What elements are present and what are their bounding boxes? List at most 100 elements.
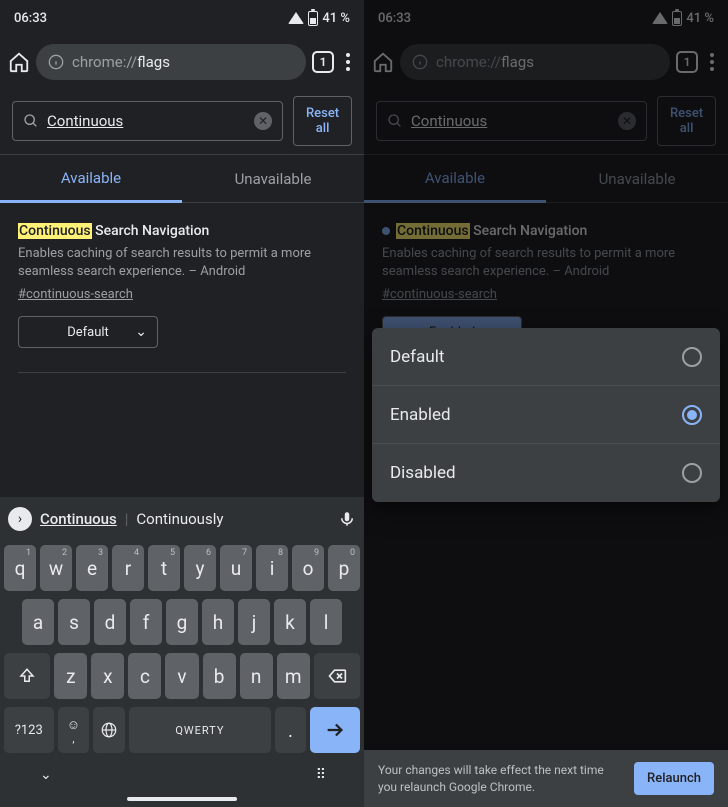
key-g[interactable]: g [166,599,198,645]
key-o[interactable]: o9 [292,545,324,591]
globe-key[interactable] [93,707,125,753]
search-icon [387,113,403,129]
suggestion-2[interactable]: Continuously [136,510,223,528]
reset-all-button[interactable]: Reset all [293,96,352,146]
spacebar[interactable]: QWERTY [129,707,270,753]
flag-title: Continuous Search Navigation [18,223,346,239]
tab-unavailable[interactable]: Unavailable [182,155,364,202]
relaunch-message: Your changes will take effect the next t… [378,762,624,794]
nav-bar: ⌄ ⠿ [0,757,364,793]
home-icon[interactable] [372,51,394,73]
battery-icon [308,11,318,26]
kbd-settings-icon[interactable]: ⠿ [316,767,324,783]
reset-all-button[interactable]: Reset all [657,96,716,146]
shift-key[interactable] [4,653,50,699]
tab-switcher[interactable]: 1 [676,51,698,73]
symbols-key[interactable]: ?123 [4,707,54,753]
backspace-key[interactable] [314,653,360,699]
info-icon [412,54,428,70]
option-default[interactable]: Default [372,328,720,386]
key-t[interactable]: t5 [148,545,180,591]
key-l[interactable]: l [310,599,342,645]
url-bar[interactable]: chrome://flags [36,44,306,80]
key-e[interactable]: e3 [76,545,108,591]
status-bar: 06:33 41 % [0,0,364,36]
menu-icon[interactable] [340,47,356,77]
enter-key[interactable] [310,707,360,753]
option-enabled[interactable]: Enabled [372,386,720,444]
home-icon[interactable] [8,51,30,73]
wifi-icon [288,12,304,24]
radio-icon [682,347,702,367]
mic-icon[interactable] [338,510,356,528]
battery-icon [672,11,682,26]
flag-tabs: Available Unavailable [0,155,364,203]
flag-hash[interactable]: #continuous-search [382,287,710,302]
flag-state-select[interactable]: Default [18,316,158,348]
clock: 06:33 [378,11,411,26]
clock: 06:33 [14,11,47,26]
clear-icon[interactable]: ✕ [618,112,636,130]
key-j[interactable]: j [238,599,270,645]
gesture-pill[interactable] [127,797,237,801]
state-dropdown: Default Enabled Disabled [372,328,720,502]
info-icon [48,54,64,70]
flag-hash[interactable]: #continuous-search [18,287,346,302]
key-f[interactable]: f [130,599,162,645]
option-disabled[interactable]: Disabled [372,444,720,502]
browser-toolbar: chrome://flags 1 [364,36,728,88]
key-d[interactable]: d [94,599,126,645]
clear-icon[interactable]: ✕ [254,112,272,130]
suggestion-bar: › Continuous | Continuously [0,497,364,541]
key-m[interactable]: m [277,653,310,699]
url-bar[interactable]: chrome://flags [400,44,670,80]
key-u[interactable]: u7 [220,545,252,591]
flag-description: Enables caching of search results to per… [382,245,710,281]
modified-dot-icon [382,227,390,235]
key-s[interactable]: s [58,599,90,645]
tab-available[interactable]: Available [0,155,182,203]
tab-switcher[interactable]: 1 [312,51,334,73]
key-b[interactable]: b [203,653,236,699]
collapse-kbd-icon[interactable]: ⌄ [40,767,52,783]
battery-pct: 41 % [322,11,350,26]
tab-available[interactable]: Available [364,155,546,203]
tab-unavailable[interactable]: Unavailable [546,155,728,202]
flag-title: Continuous Search Navigation [382,223,710,239]
flag-description: Enables caching of search results to per… [18,245,346,281]
emoji-key[interactable]: ☺, [58,707,90,753]
flag-tabs: Available Unavailable [364,155,728,203]
key-v[interactable]: v [165,653,198,699]
search-input[interactable] [47,112,246,130]
key-r[interactable]: r4 [112,545,144,591]
key-n[interactable]: n [240,653,273,699]
key-y[interactable]: y6 [184,545,216,591]
key-z[interactable]: z [54,653,87,699]
flags-search-row: ✕ Reset all [0,88,364,155]
flag-list: Continuous Search Navigation Enables cac… [364,203,728,807]
period-key[interactable]: . [275,707,307,753]
key-x[interactable]: x [91,653,124,699]
radio-icon [682,405,702,425]
search-input[interactable] [411,112,610,130]
search-icon [23,113,39,129]
key-h[interactable]: h [202,599,234,645]
key-q[interactable]: q1 [4,545,36,591]
key-a[interactable]: a [22,599,54,645]
key-i[interactable]: i8 [256,545,288,591]
relaunch-bar: Your changes will take effect the next t… [364,750,728,807]
chevron-icon[interactable]: › [8,507,32,531]
key-p[interactable]: p0 [328,545,360,591]
keyboard: › Continuous | Continuously q1w2e3r4t5y6… [0,497,364,807]
relaunch-button[interactable]: Relaunch [634,762,714,795]
flags-search-row: ✕ Reset all [364,88,728,155]
search-box[interactable]: ✕ [12,101,283,141]
status-bar: 06:33 41 % [364,0,728,36]
wifi-icon [652,12,668,24]
key-w[interactable]: w2 [40,545,72,591]
key-c[interactable]: c [128,653,161,699]
search-box[interactable]: ✕ [376,101,647,141]
menu-icon[interactable] [704,47,720,77]
suggestion-1[interactable]: Continuous [40,510,117,528]
key-k[interactable]: k [274,599,306,645]
